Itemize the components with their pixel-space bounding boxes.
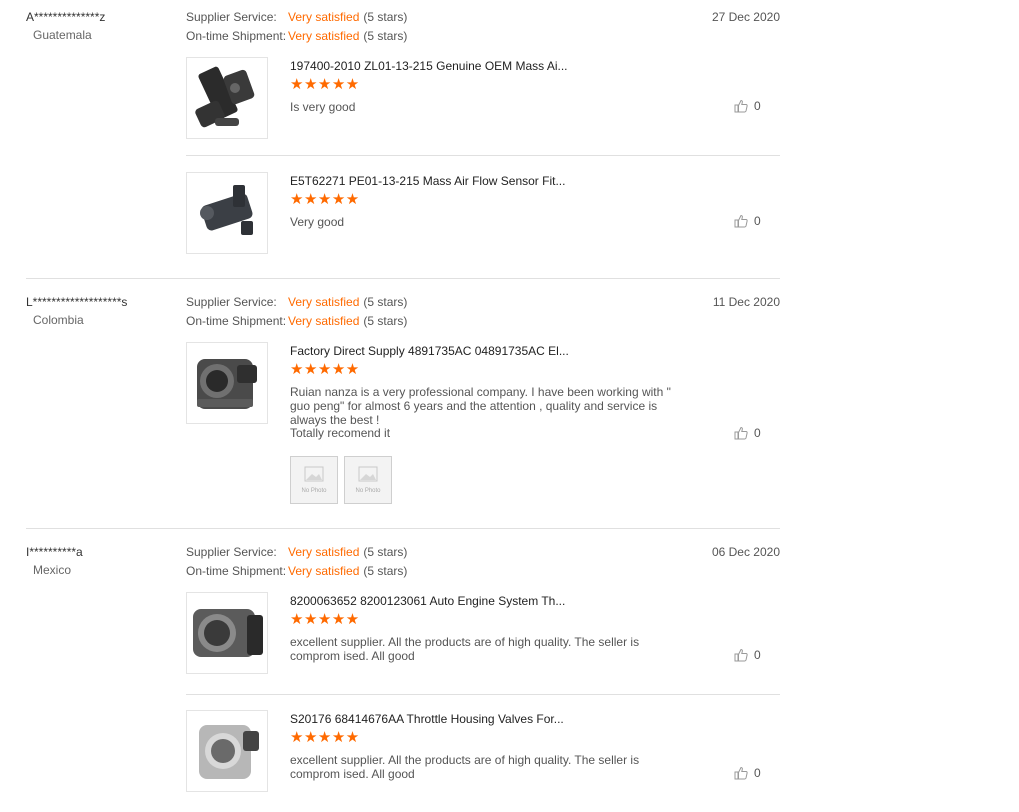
like-count: 0: [754, 426, 761, 440]
product-thumbnail[interactable]: [186, 172, 268, 254]
product-name-link[interactable]: 197400-2010 ZL01-13-215 Genuine OEM Mass…: [290, 59, 568, 73]
reviews-list: A**************z Guatemala Supplier Serv…: [0, 0, 1019, 812]
product-name-link[interactable]: 8200063652 8200123061 Auto Engine System…: [290, 594, 565, 608]
like-button[interactable]: 0: [734, 648, 774, 662]
shipment-stars: (5 stars): [363, 314, 408, 328]
review-photo-placeholder[interactable]: No Photo: [290, 456, 338, 504]
reviewed-product: E5T62271 PE01-13-215 Mass Air Flow Senso…: [186, 172, 780, 262]
shipment-label: On-time Shipment:: [186, 29, 287, 43]
product-thumbnail[interactable]: [186, 342, 268, 424]
review-comment: Ruian nanza is a very professional compa…: [290, 385, 671, 427]
like-count: 0: [754, 214, 761, 228]
supplier-service-value: Very satisfied: [288, 295, 360, 309]
shipment-rating: On-time Shipment: Very satisfied (5 stars): [186, 28, 407, 44]
shipment-value: Very satisfied: [288, 314, 360, 328]
supplier-service-value: Very satisfied: [288, 10, 360, 24]
supplier-service-label: Supplier Service:: [186, 295, 277, 309]
buyer-name: A**************z: [26, 10, 106, 24]
thumbs-up-icon: [734, 648, 748, 662]
product-divider: [186, 694, 780, 695]
review-comment: Is very good: [290, 100, 356, 114]
like-count: 0: [754, 766, 761, 780]
thumbs-up-icon: [734, 99, 748, 113]
reviewed-product: S20176 68414676AA Throttle Housing Valve…: [186, 710, 780, 800]
supplier-service-rating: Supplier Service: Very satisfied (5 stars): [186, 544, 407, 560]
shipment-rating: On-time Shipment: Very satisfied (5 stars): [186, 313, 407, 329]
buyer-country: Mexico: [33, 563, 72, 577]
product-rating-stars: ★★★★★: [290, 361, 360, 378]
no-photo-label: No Photo: [355, 488, 381, 494]
buyer-name: L*******************s: [26, 295, 128, 309]
review-separator: [26, 528, 780, 529]
like-button[interactable]: 0: [734, 214, 774, 228]
like-count: 0: [754, 99, 761, 113]
shipment-value: Very satisfied: [288, 29, 360, 43]
buyer-country: Guatemala: [33, 28, 92, 42]
product-rating-stars: ★★★★★: [290, 611, 360, 628]
like-count: 0: [754, 648, 761, 662]
supplier-service-rating: Supplier Service: Very satisfied (5 stars): [186, 9, 407, 25]
product-thumbnail[interactable]: [186, 710, 268, 792]
product-name-link[interactable]: Factory Direct Supply 4891735AC 04891735…: [290, 344, 569, 358]
product-divider: [186, 155, 780, 156]
review-date: 27 Dec 2020: [711, 10, 780, 24]
review-comment-line: Totally recomend it: [290, 426, 391, 440]
like-button[interactable]: 0: [734, 426, 774, 440]
buyer-country: Colombia: [33, 313, 84, 327]
review-entry: A**************z Guatemala Supplier Serv…: [0, 0, 1019, 278]
image-placeholder-icon: [358, 466, 378, 482]
review-comment: excellent supplier. All the products are…: [290, 753, 640, 781]
shipment-label: On-time Shipment:: [186, 564, 287, 578]
reviewed-product: Factory Direct Supply 4891735AC 04891735…: [186, 342, 780, 512]
buyer-name: I**********a: [26, 545, 83, 559]
review-photo-placeholder[interactable]: No Photo: [344, 456, 392, 504]
shipment-stars: (5 stars): [363, 29, 408, 43]
thumbs-up-icon: [734, 214, 748, 228]
review-entry: L*******************s Colombia Supplier …: [0, 285, 1019, 528]
reviewed-product: 197400-2010 ZL01-13-215 Genuine OEM Mass…: [186, 57, 780, 147]
supplier-service-stars: (5 stars): [363, 10, 408, 24]
product-rating-stars: ★★★★★: [290, 76, 360, 93]
product-name-link[interactable]: E5T62271 PE01-13-215 Mass Air Flow Senso…: [290, 174, 565, 188]
shipment-value: Very satisfied: [288, 564, 360, 578]
supplier-service-rating: Supplier Service: Very satisfied (5 stars): [186, 294, 407, 310]
like-button[interactable]: 0: [734, 99, 774, 113]
supplier-service-label: Supplier Service:: [186, 545, 277, 559]
review-entry: I**********a Mexico Supplier Service: Ver…: [0, 535, 1019, 812]
product-thumbnail[interactable]: [186, 592, 268, 674]
shipment-rating: On-time Shipment: Very satisfied (5 stars): [186, 563, 407, 579]
review-date: 11 Dec 2020: [712, 295, 780, 309]
review-comment: excellent supplier. All the products are…: [290, 635, 640, 663]
product-rating-stars: ★★★★★: [290, 191, 360, 208]
review-comment: Very good: [290, 215, 345, 229]
no-photo-label: No Photo: [301, 488, 327, 494]
reviewed-product: 8200063652 8200123061 Auto Engine System…: [186, 592, 780, 682]
supplier-service-stars: (5 stars): [363, 295, 408, 309]
like-button[interactable]: 0: [734, 766, 774, 780]
supplier-service-label: Supplier Service:: [186, 10, 277, 24]
review-separator: [26, 278, 780, 279]
supplier-service-value: Very satisfied: [288, 545, 360, 559]
thumbs-up-icon: [734, 426, 748, 440]
product-name-link[interactable]: S20176 68414676AA Throttle Housing Valve…: [290, 712, 564, 726]
product-thumbnail[interactable]: [186, 57, 268, 139]
product-rating-stars: ★★★★★: [290, 729, 360, 746]
supplier-service-stars: (5 stars): [363, 545, 408, 559]
shipment-label: On-time Shipment:: [186, 314, 287, 328]
thumbs-up-icon: [734, 766, 748, 780]
review-date: 06 Dec 2020: [711, 545, 780, 559]
shipment-stars: (5 stars): [363, 564, 408, 578]
image-placeholder-icon: [304, 466, 324, 482]
